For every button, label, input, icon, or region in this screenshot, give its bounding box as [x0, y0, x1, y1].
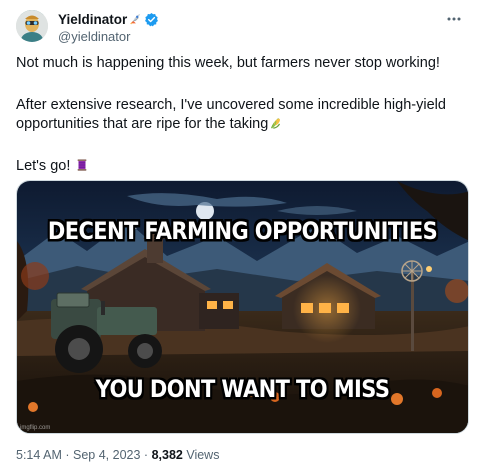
- imgflip-watermark: imgflip.com: [20, 425, 51, 431]
- author-handle[interactable]: @yieldinator: [58, 29, 159, 44]
- meta-separator: ·: [143, 448, 149, 462]
- views-count[interactable]: 8,382: [152, 448, 183, 462]
- tweet-meta: 5:14 AM · Sep 4, 2023 · 8,382 Views: [16, 448, 219, 462]
- corn-ear-icon: [271, 118, 281, 129]
- avatar-image: [16, 10, 48, 42]
- display-name[interactable]: Yieldinator: [58, 12, 127, 27]
- author-names: Yieldinator @yieldinator: [58, 10, 159, 44]
- tweet-date[interactable]: Sep 4, 2023: [73, 448, 140, 462]
- display-name-row[interactable]: Yieldinator: [58, 10, 159, 28]
- more-horizontal-icon[interactable]: [445, 10, 463, 28]
- verified-badge-icon[interactable]: [144, 12, 159, 27]
- rocket-icon: [130, 13, 141, 25]
- meme-caption-top: DECENT FARMING OPPORTUNITIES: [47, 217, 438, 245]
- tweet-media-image[interactable]: DECENT FARMING OPPORTUNITIES YOU DONT WA…: [16, 180, 469, 434]
- tweet: Yieldinator @yieldinator Not much is hap…: [0, 0, 481, 468]
- thread-spool-icon: [78, 159, 87, 171]
- tweet-header: Yieldinator @yieldinator: [16, 10, 465, 44]
- views-label: Views: [186, 448, 220, 462]
- tweet-time[interactable]: 5:14 AM: [16, 448, 62, 462]
- avatar[interactable]: [16, 10, 48, 42]
- meme-caption-bottom: YOU DONT WANT TO MISS: [95, 375, 390, 403]
- meta-separator: ·: [65, 448, 70, 462]
- tweet-paragraph-1: Not much is happening this week, but far…: [16, 55, 440, 71]
- tweet-paragraph-2-text: After extensive research, I've uncovered…: [16, 97, 446, 132]
- tweet-paragraph-2: After extensive research, I've uncovered…: [16, 96, 456, 134]
- tweet-paragraph-3-text: Let's go!: [16, 158, 71, 174]
- tweet-paragraph-3: Let's go!: [16, 157, 89, 176]
